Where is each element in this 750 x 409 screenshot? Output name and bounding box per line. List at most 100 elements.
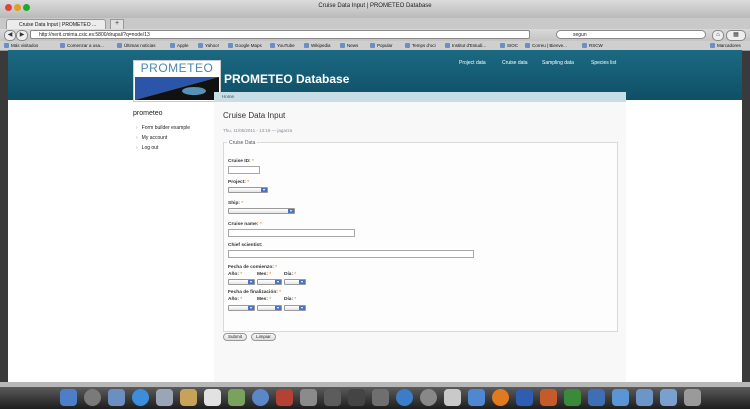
breadcrumb-home-link[interactable]: Home [222, 94, 234, 99]
site-logo[interactable]: PROMETEO [133, 60, 221, 102]
calendar-icon[interactable] [204, 389, 221, 406]
chevron-down-icon: ▾ [248, 305, 254, 310]
tab-bar: Cruise Data Input | PROMETEO ... + [0, 18, 750, 30]
ichat-icon[interactable] [132, 389, 149, 406]
bookmark-item[interactable]: Apple [170, 41, 189, 50]
garageband-icon[interactable] [324, 389, 341, 406]
app-icon[interactable] [588, 389, 605, 406]
end-year-select[interactable]: ▾ [228, 305, 255, 311]
bookmark-icon [445, 43, 450, 48]
dashboard-icon[interactable] [84, 389, 101, 406]
bookmark-icon [60, 43, 65, 48]
preview-icon[interactable] [300, 389, 317, 406]
bookmark-item[interactable]: Temps d'oci [405, 41, 436, 50]
cruise-id-label: Cruise ID: * [228, 159, 254, 164]
browser-tab[interactable]: Cruise Data Input | PROMETEO ... [6, 19, 106, 29]
sidebar-link-log-out[interactable]: Log out [136, 145, 159, 151]
bookmark-item[interactable]: Google Maps [228, 41, 262, 50]
chevron-down-icon: ▾ [299, 305, 305, 310]
end-year-label: Año: * [228, 297, 243, 302]
system-preferences-icon[interactable] [420, 389, 437, 406]
end-day-select[interactable]: ▾ [284, 305, 306, 311]
iphoto-icon[interactable] [228, 389, 245, 406]
bookmark-icon [228, 43, 233, 48]
start-year-label: Año: * [228, 272, 243, 277]
bookmark-icon [525, 43, 530, 48]
firefox-icon[interactable] [492, 389, 509, 406]
bookmark-item[interactable]: News [340, 41, 358, 50]
bookmark-item[interactable]: Marcadores [710, 41, 741, 50]
end-month-label: Mes: * [257, 297, 272, 302]
finder-icon[interactable] [60, 389, 77, 406]
utility-icon[interactable] [372, 389, 389, 406]
bookmark-item[interactable]: SIOC [500, 41, 518, 50]
search-field[interactable]: segun [556, 30, 706, 39]
bookmark-item[interactable]: Correu | Bienve... [525, 41, 567, 50]
web-page: PROMETEO PROMETEO Database Project data … [8, 50, 742, 382]
itunes-icon[interactable] [252, 389, 269, 406]
sidebar-link-my-account[interactable]: My account [136, 135, 168, 141]
start-date-label: Fecha de comienzo: * [228, 265, 278, 270]
folder-icon[interactable] [636, 389, 653, 406]
start-month-select[interactable]: ▾ [257, 279, 282, 285]
notes-icon[interactable] [180, 389, 197, 406]
cruise-id-input[interactable] [228, 166, 260, 174]
chief-scientist-label: Chief scientist: [228, 243, 263, 248]
photo-booth-icon[interactable] [276, 389, 293, 406]
cruise-name-input[interactable] [228, 229, 355, 237]
end-month-select[interactable]: ▾ [257, 305, 282, 311]
bookmark-item[interactable]: YouTube [270, 41, 295, 50]
word-icon[interactable] [516, 389, 533, 406]
powerpoint-icon[interactable] [540, 389, 557, 406]
bookmark-icon [117, 43, 122, 48]
bookmark-item[interactable]: Yahoo! [198, 41, 219, 50]
textedit-icon[interactable] [444, 389, 461, 406]
bookmark-item[interactable]: Comenzar a usa... [60, 41, 104, 50]
bookmark-item[interactable]: Institut d'Estudi... [445, 41, 486, 50]
start-month-label: Mes: * [257, 272, 272, 277]
bookmark-item[interactable]: Más visitados [4, 41, 38, 50]
submit-button[interactable]: Submit [223, 333, 247, 341]
url-field[interactable]: http://nerit.cmima.csic.es:5800/drupal/?… [30, 30, 530, 39]
terminal-icon[interactable] [348, 389, 365, 406]
time-machine-icon[interactable] [396, 389, 413, 406]
menu-cruise-data[interactable]: Cruise data [502, 60, 528, 66]
bookmark-icon [170, 43, 175, 48]
fieldset-legend: Cruise Data [227, 140, 258, 146]
back-button[interactable]: ◀ [4, 30, 16, 41]
chevron-down-icon: ▾ [248, 279, 254, 284]
chevron-down-icon: ▾ [275, 279, 281, 284]
menu-sampling-data[interactable]: Sampling data [542, 60, 574, 66]
bookmark-item[interactable]: RSCW [582, 41, 603, 50]
safari-icon[interactable] [468, 389, 485, 406]
breadcrumb: Home [214, 92, 626, 102]
mail-icon[interactable] [108, 389, 125, 406]
menu-project-data[interactable]: Project data [459, 60, 486, 66]
trash-icon[interactable] [684, 389, 701, 406]
page-title: Cruise Data Input [223, 111, 286, 120]
bookmark-item[interactable]: Popular [370, 41, 393, 50]
bookmark-icon [270, 43, 275, 48]
cruise-data-fieldset [223, 142, 618, 332]
address-book-icon[interactable] [156, 389, 173, 406]
addons-icon[interactable]: ▦ [726, 30, 746, 41]
menu-species-list[interactable]: Species list [591, 60, 616, 66]
bookmark-item[interactable]: Wikipedia [304, 41, 331, 50]
clear-button[interactable]: Limpiar [251, 333, 276, 341]
logo-flag-graphic [135, 77, 219, 100]
start-year-select[interactable]: ▾ [228, 279, 255, 285]
excel-icon[interactable] [564, 389, 581, 406]
home-icon[interactable]: ⌂ [712, 30, 724, 41]
sidebar-link-form-builder[interactable]: Form builder example [136, 125, 190, 131]
forward-button[interactable]: ▶ [16, 30, 28, 41]
project-select[interactable]: ▾ [228, 187, 268, 193]
tab-label: Cruise Data Input | PROMETEO ... [19, 22, 97, 28]
site-name[interactable]: PROMETEO Database [224, 72, 349, 86]
start-day-select[interactable]: ▾ [284, 279, 306, 285]
bookmark-item[interactable]: Últimas noticias [117, 41, 156, 50]
downloads-icon[interactable] [660, 389, 677, 406]
app-icon[interactable] [612, 389, 629, 406]
start-day-label: Día: * [284, 272, 297, 277]
chief-scientist-input[interactable] [228, 250, 474, 258]
ship-select[interactable]: ▾ [228, 208, 295, 214]
